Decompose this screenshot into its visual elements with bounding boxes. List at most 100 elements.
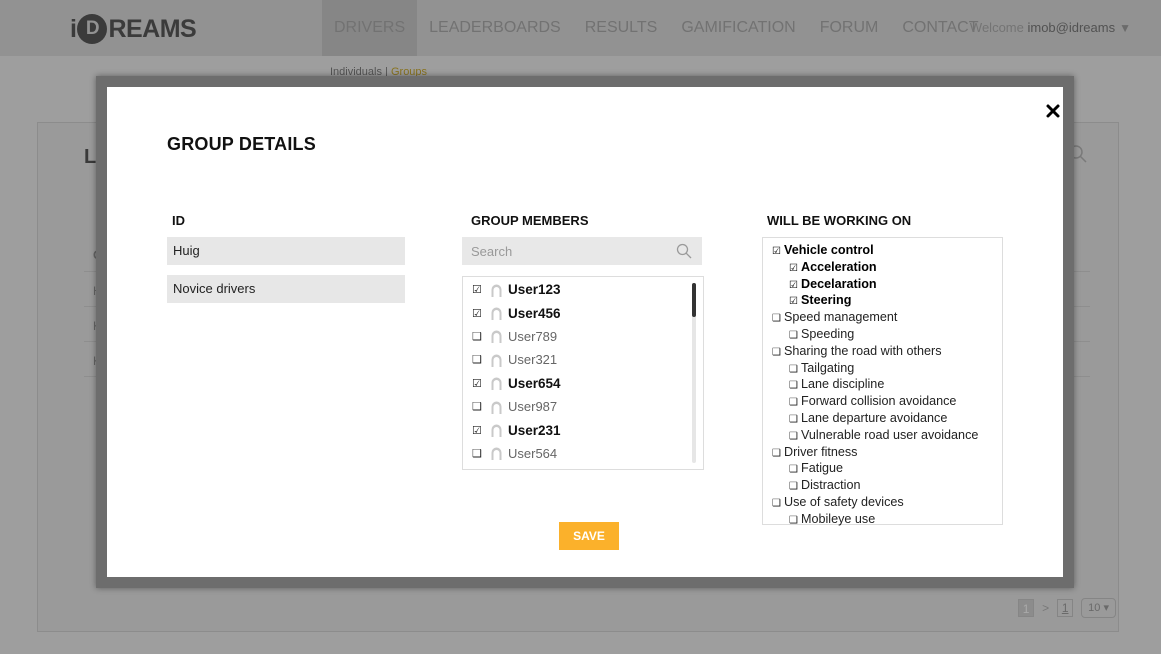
unchecked-checkbox-icon[interactable]: ❑ [789, 412, 801, 428]
topic-label: Steering [801, 293, 852, 308]
topic-item[interactable]: ❑ Mobileye use [772, 512, 1002, 529]
unchecked-checkbox-icon[interactable]: ❑ [472, 330, 487, 343]
member-row[interactable]: ☑ User456 [463, 301, 703, 324]
checked-checkbox-icon[interactable]: ☑ [789, 261, 801, 277]
search-icon[interactable] [676, 243, 692, 259]
unchecked-checkbox-icon[interactable]: ❑ [789, 362, 801, 378]
topic-item[interactable]: ❑ Tailgating [772, 361, 1002, 378]
checked-checkbox-icon[interactable]: ☑ [789, 278, 801, 294]
topic-label: Speeding [801, 326, 855, 341]
page-last[interactable]: 1 [1057, 599, 1074, 617]
checked-checkbox-icon[interactable]: ☑ [772, 244, 784, 260]
member-name: User456 [508, 305, 561, 321]
member-search-input[interactable] [462, 237, 662, 265]
unchecked-checkbox-icon[interactable]: ❑ [789, 429, 801, 445]
topic-item[interactable]: ❑ Driver fitness [772, 445, 1002, 462]
pagination: 1 > 1 10 ▾ [1018, 598, 1116, 618]
topic-item[interactable]: ☑ Steering [772, 293, 1002, 310]
idreams-logo[interactable]: i D REAMS [70, 14, 197, 44]
topic-item[interactable]: ❑ Lane discipline [772, 377, 1002, 394]
topic-label: Tailgating [801, 360, 855, 375]
save-button[interactable]: SAVE [559, 522, 619, 550]
user-avatar-icon [491, 401, 502, 414]
topic-item[interactable]: ❑ Lane departure avoidance [772, 411, 1002, 428]
unchecked-checkbox-icon[interactable]: ❑ [772, 496, 784, 512]
topic-item[interactable]: ❑ Use of safety devices [772, 495, 1002, 512]
member-row[interactable]: ❑ User789 [463, 325, 703, 348]
member-row[interactable]: ☑ User123 [463, 278, 703, 301]
close-icon[interactable] [1042, 100, 1064, 122]
member-name: User654 [508, 375, 561, 391]
scroll-thumb[interactable] [692, 283, 696, 317]
welcome-text: Welcome [969, 20, 1028, 35]
logo-mark: D [77, 14, 108, 44]
unchecked-checkbox-icon[interactable]: ❑ [789, 378, 801, 394]
topic-item[interactable]: ☑ Decelaration [772, 277, 1002, 294]
checked-checkbox-icon[interactable]: ☑ [472, 424, 487, 437]
working-on-list: ☑ Vehicle control ☑ Acceleration ☑ Decelarati… [762, 237, 1003, 526]
member-row[interactable]: ☑ User654 [463, 372, 703, 395]
page-size-select[interactable]: 10 ▾ [1081, 598, 1116, 618]
topic-item[interactable]: ❑ Fatigue [772, 461, 1002, 478]
id-item-novice-drivers[interactable]: Novice drivers [167, 275, 405, 303]
unchecked-checkbox-icon[interactable]: ❑ [789, 513, 801, 529]
topic-label: Fatigue [801, 461, 844, 476]
unchecked-checkbox-icon[interactable]: ❑ [772, 345, 784, 361]
topic-item[interactable]: ☑ Acceleration [772, 260, 1002, 277]
main-nav: DRIVERS LEADERBOARDS RESULTS GAMIFICATIO… [322, 0, 991, 56]
unchecked-checkbox-icon[interactable]: ❑ [772, 446, 784, 462]
user-avatar-icon [491, 284, 502, 297]
unchecked-checkbox-icon[interactable]: ❑ [789, 328, 801, 344]
topic-item[interactable]: ❑ Speed management [772, 310, 1002, 327]
topic-item[interactable]: ❑ Sharing the road with others [772, 344, 1002, 361]
unchecked-checkbox-icon[interactable]: ❑ [472, 447, 487, 460]
top-navigation-bar: i D REAMS DRIVERS LEADERBOARDS RESULTS G… [0, 0, 1161, 56]
working-on-label: WILL BE WORKING ON [767, 213, 912, 228]
topic-label: Vehicle control [784, 243, 874, 257]
topic-label: Driver fitness [784, 444, 858, 459]
modal-title: GROUP DETAILS [167, 134, 316, 154]
group-details-modal: GROUP DETAILS ID Huig Novice drivers GRO… [96, 76, 1074, 588]
topic-item[interactable]: ☑ Vehicle control [772, 243, 1002, 260]
nav-forum[interactable]: FORUM [808, 0, 891, 56]
checked-checkbox-icon[interactable]: ☑ [472, 307, 487, 320]
user-avatar-icon [491, 424, 502, 438]
id-list: Huig Novice drivers [167, 237, 405, 313]
user-menu[interactable]: Welcome imob@idreams ▼ [970, 0, 1131, 56]
checked-checkbox-icon[interactable]: ☑ [472, 283, 487, 296]
unchecked-checkbox-icon[interactable]: ❑ [772, 311, 784, 327]
welcome-username: imob@idreams [1027, 20, 1116, 35]
topic-item[interactable]: ❑ Speeding [772, 327, 1002, 344]
unchecked-checkbox-icon[interactable]: ❑ [789, 395, 801, 411]
member-row[interactable]: ❑ User564 [463, 442, 703, 465]
unchecked-checkbox-icon[interactable]: ❑ [472, 353, 487, 366]
member-row[interactable]: ❑ User987 [463, 395, 703, 418]
nav-leaderboards[interactable]: LEADERBOARDS [417, 0, 573, 56]
member-row[interactable]: ❑ User321 [463, 348, 703, 371]
id-item-huig[interactable]: Huig [167, 237, 405, 265]
user-avatar-icon [491, 330, 502, 344]
topic-label: Vulnerable road user avoidance [801, 427, 979, 442]
members-scrollbar[interactable] [692, 283, 696, 463]
user-avatar-icon [491, 307, 502, 321]
checked-checkbox-icon[interactable]: ☑ [789, 294, 801, 310]
caret-down-icon: ▼ [1119, 21, 1131, 35]
topic-item[interactable]: ❑ Forward collision avoidance [772, 394, 1002, 411]
unchecked-checkbox-icon[interactable]: ❑ [789, 479, 801, 495]
topic-item[interactable]: ❑ Distraction [772, 478, 1002, 495]
logo-prefix: i [70, 14, 77, 43]
nav-results[interactable]: RESULTS [573, 0, 670, 56]
nav-drivers[interactable]: DRIVERS [322, 0, 418, 56]
nav-gamification[interactable]: GAMIFICATION [669, 0, 807, 56]
member-row[interactable]: ☑ User231 [463, 418, 703, 441]
group-members-list[interactable]: ☑ User123 ☑ User456 ❑ User789 ❑ User321 ☑ User654… [462, 276, 704, 470]
topic-label: Sharing the road with others [784, 343, 942, 358]
unchecked-checkbox-icon[interactable]: ❑ [789, 462, 801, 478]
unchecked-checkbox-icon[interactable]: ❑ [472, 400, 487, 413]
page-current[interactable]: 1 [1018, 599, 1035, 617]
topic-item[interactable]: ❑ Vulnerable road user avoidance [772, 428, 1002, 445]
page-next[interactable]: > [1042, 601, 1049, 615]
member-name: User789 [508, 328, 558, 344]
member-name: User123 [508, 282, 561, 298]
checked-checkbox-icon[interactable]: ☑ [472, 377, 487, 390]
